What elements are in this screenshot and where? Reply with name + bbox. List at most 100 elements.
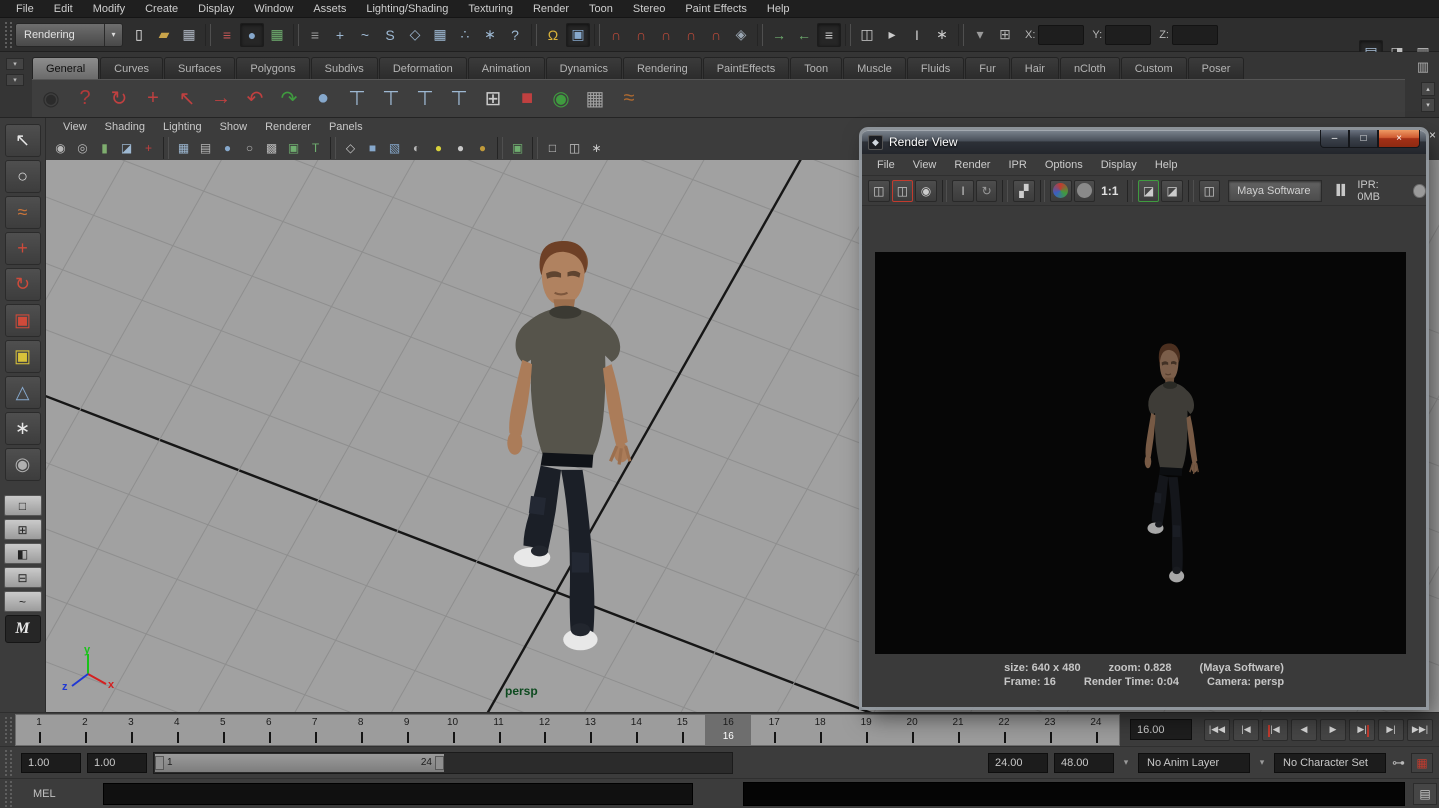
mask-curves-icon[interactable]: S (378, 23, 402, 47)
render-reel-icon[interactable]: ◉ (35, 83, 67, 115)
pause-ipr-icon[interactable]: ▌▌ (1332, 180, 1352, 202)
snap-stack-icon[interactable]: ≡ (303, 23, 327, 47)
dolly-camera-icon[interactable]: ↖ (171, 83, 203, 115)
group-nodes-icon[interactable]: ⊤ (341, 83, 373, 115)
rendered-image[interactable] (875, 252, 1406, 654)
timeline-ruler[interactable]: 1 1 2 2 3 3 4 4 5 5 (15, 714, 1120, 746)
undo-icon[interactable]: ↶ (239, 83, 271, 115)
render-view-menu-item[interactable]: Help (1146, 156, 1187, 174)
shelf-tab[interactable]: Deformation (379, 57, 467, 79)
timeline-frame-cell[interactable]: 10 10 (430, 715, 476, 745)
shelf-tab[interactable]: Hair (1011, 57, 1059, 79)
show-manipulator-icon[interactable]: ∗ (5, 412, 41, 445)
ipr-render-icon[interactable]: I (952, 180, 974, 202)
open-render-view-icon[interactable]: ◫ (855, 23, 879, 47)
shelf-tab[interactable]: Rendering (623, 57, 702, 79)
parent-nodes-icon[interactable]: ⊤ (375, 83, 407, 115)
animation-start-field[interactable] (21, 753, 81, 773)
playback-end-field[interactable] (988, 753, 1048, 773)
timeline-frame-cell[interactable]: 12 12 (521, 715, 567, 745)
go-to-start-button[interactable]: |◀◀ (1204, 719, 1230, 741)
resolution-gate-icon[interactable]: ● (217, 138, 238, 158)
render-view-menu-item[interactable]: Display (1092, 156, 1146, 174)
character-set-selector[interactable]: No Character Set (1274, 753, 1386, 773)
timeline-frame-cell[interactable]: 19 19 (843, 715, 889, 745)
x-coordinate-field[interactable] (1038, 25, 1084, 45)
renderer-dropdown[interactable]: Maya Software (1228, 180, 1322, 202)
one-to-one-icon[interactable]: 1:1 (1097, 180, 1122, 202)
snap-to-projected-center-icon[interactable]: ∩ (679, 23, 703, 47)
no-lights-icon[interactable]: ● (472, 138, 493, 158)
maya-wing-icon[interactable]: M (5, 615, 41, 643)
step-back-key-button[interactable]: |◀ (1262, 719, 1288, 741)
use-default-material-icon[interactable]: ◐ (406, 138, 427, 158)
menu-item[interactable]: Edit (44, 0, 83, 18)
soft-modification-icon[interactable]: △ (5, 376, 41, 409)
menu-item[interactable]: Lighting/Shading (356, 0, 458, 18)
make-live-icon[interactable]: ◈ (729, 23, 753, 47)
timeline-frame-cell[interactable]: 15 15 (659, 715, 705, 745)
panel-menu-item[interactable]: View (54, 118, 96, 136)
mask-points-icon[interactable]: + (328, 23, 352, 47)
play-backwards-button[interactable]: ◀ (1291, 719, 1317, 741)
panel-close-icon[interactable]: × (1429, 128, 1436, 142)
shelf-tab[interactable]: Surfaces (164, 57, 235, 79)
select-by-object-icon[interactable]: ● (240, 23, 264, 47)
timeline-frame-cell[interactable]: 9 9 (384, 715, 430, 745)
anim-layer-dropdown-icon[interactable]: ▾ (1120, 757, 1132, 768)
select-camera-icon[interactable]: ◉ (50, 138, 71, 158)
menu-item[interactable]: Paint Effects (675, 0, 757, 18)
transform-dropdown-icon[interactable]: ▾ (968, 23, 992, 47)
image-plane-icon[interactable]: ◪ (116, 138, 137, 158)
textured-icon[interactable]: ▧ (384, 138, 405, 158)
range-slider-track[interactable]: 1 24 (153, 752, 733, 774)
y-coordinate-field[interactable] (1105, 25, 1151, 45)
menu-item[interactable]: Toon (579, 0, 623, 18)
go-to-end-button[interactable]: ▶▶| (1407, 719, 1433, 741)
input-connections-icon[interactable]: → (767, 23, 791, 47)
snap-to-curves-icon[interactable]: ∩ (629, 23, 653, 47)
shelf-tab[interactable]: Toon (790, 57, 842, 79)
render-view-menu-item[interactable]: File (868, 156, 904, 174)
render-view-titlebar[interactable]: ◆ Render View – □ × (862, 130, 1426, 154)
new-scene-icon[interactable]: ▯ (127, 23, 151, 47)
command-language-toggle[interactable]: MEL (15, 788, 103, 800)
zoom-camera-icon[interactable]: → (205, 83, 237, 115)
safe-action-icon[interactable]: ▣ (283, 138, 304, 158)
shelf-trash-icon[interactable]: ▥ (1413, 57, 1433, 77)
render-view-menu-item[interactable]: View (904, 156, 946, 174)
timeline-frame-cell[interactable]: 18 18 (797, 715, 843, 745)
timeline-frame-cell[interactable]: 17 17 (751, 715, 797, 745)
shelf-tab-selector-icon[interactable]: ▾ (6, 58, 24, 70)
timeline-frame-cell[interactable]: 23 23 (1027, 715, 1073, 745)
track-camera-icon[interactable]: + (137, 83, 169, 115)
render-icon[interactable]: ◫ (868, 180, 890, 202)
timeline-frame-cell[interactable]: 1 1 (16, 715, 62, 745)
shelf-tab[interactable]: Curves (100, 57, 163, 79)
outliner-persp-layout-icon[interactable]: ◧ (4, 543, 42, 564)
shelf-tab[interactable]: nCloth (1060, 57, 1120, 79)
range-start-handle[interactable] (155, 756, 164, 770)
shelf-tab[interactable]: Fluids (907, 57, 964, 79)
region-render-icon[interactable]: ▞ (1013, 180, 1035, 202)
shelf-menu-icon[interactable]: ▾ (6, 74, 24, 86)
persp-graph-layout-icon[interactable]: ~ (4, 591, 42, 612)
single-pane-layout-icon[interactable]: □ (4, 495, 42, 516)
keep-image-icon[interactable]: ◪ (1138, 180, 1160, 202)
shelf-scroll-down-icon[interactable]: ▾ (1421, 98, 1435, 112)
timeline-frame-cell[interactable]: 21 21 (935, 715, 981, 745)
mask-deformations-icon[interactable]: ▦ (428, 23, 452, 47)
shelf-tab[interactable]: Polygons (236, 57, 309, 79)
ipr-render-icon[interactable]: I (905, 23, 929, 47)
timeline-frame-cell[interactable]: 16 16 (705, 715, 751, 745)
shelf-tab[interactable]: PaintEffects (703, 57, 790, 79)
shelf-tab[interactable]: General (32, 57, 99, 79)
mask-handles-icon[interactable]: ~ (353, 23, 377, 47)
close-button[interactable]: × (1378, 130, 1420, 148)
shelf-tab[interactable]: Animation (468, 57, 545, 79)
snap-to-view-planes-icon[interactable]: ∩ (704, 23, 728, 47)
xray-icon[interactable]: □ (542, 138, 563, 158)
refresh-ipr-icon[interactable]: ↻ (976, 180, 998, 202)
toolbar-grip[interactable] (5, 22, 12, 48)
unparent-nodes-icon[interactable]: ⊤ (409, 83, 441, 115)
